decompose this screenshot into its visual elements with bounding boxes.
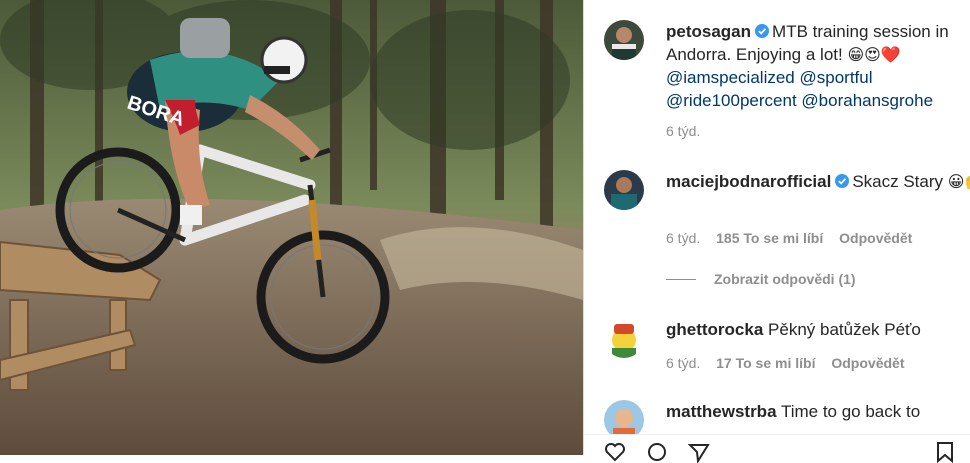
action-bar — [584, 434, 970, 463]
caption-body: petosagan MTB training session in Andorra… — [666, 20, 970, 112]
comment-body: maciejbodnarofficial Skacz Stary 😀🙌 — [666, 170, 970, 193]
reply-button[interactable]: Odpovědět — [831, 355, 904, 371]
mention-link[interactable]: @ride100percent — [666, 91, 797, 110]
comment-username[interactable]: ghettorocka — [666, 320, 763, 339]
replies-line — [666, 278, 696, 280]
comments-pane[interactable]: petosagan MTB training session in Andorra… — [584, 0, 970, 455]
avatar[interactable] — [604, 170, 644, 210]
mention-link[interactable]: @iamspecialized — [666, 68, 795, 87]
comment-meta: 6 týd. 17 To se mi líbí Odpovědět — [666, 355, 916, 371]
comment-time[interactable]: 6 týd. — [666, 355, 700, 371]
verified-icon — [835, 174, 850, 188]
comment-time[interactable]: 6 týd. — [666, 230, 700, 246]
comment-text: Time to go back to — [780, 402, 921, 421]
caption-meta: 6 týd. — [666, 123, 712, 139]
comment-meta: 6 týd. 185 To se mi líbí Odpovědět — [666, 230, 924, 246]
comment-username[interactable]: matthewstrba — [666, 402, 777, 421]
comment-text: Skacz Stary — [852, 172, 944, 191]
avatar[interactable] — [604, 20, 644, 60]
mtb-rider-photo: BORA — [0, 0, 583, 455]
avatar[interactable] — [604, 318, 644, 358]
share-icon[interactable] — [688, 441, 710, 463]
post-author[interactable]: petosagan — [666, 22, 751, 41]
comment-emojis: 😀🙌 — [947, 172, 970, 191]
mention-link[interactable]: @sportful — [800, 68, 873, 87]
verified-icon — [755, 24, 770, 38]
view-replies-label: Zobrazit odpovědi (1) — [714, 271, 856, 287]
comment-likes[interactable]: 17 To se mi líbí — [716, 355, 815, 371]
heart-icon[interactable] — [604, 441, 626, 463]
comment-username[interactable]: maciejbodnarofficial — [666, 172, 831, 191]
post-photo[interactable]: BORA — [0, 0, 583, 455]
bookmark-icon[interactable] — [934, 441, 956, 463]
comment-body: ghettorocka Pěkný batůžek Péťo — [666, 318, 970, 341]
comment-text: Pěkný batůžek Péťo — [768, 320, 921, 339]
view-replies-button[interactable]: Zobrazit odpovědi (1) — [666, 271, 856, 287]
comment-likes[interactable]: 185 To se mi líbí — [716, 230, 823, 246]
comment-icon[interactable] — [646, 441, 668, 463]
post-time[interactable]: 6 týd. — [666, 123, 700, 139]
reply-button[interactable]: Odpovědět — [839, 230, 912, 246]
caption-emojis: 😁😍❤️ — [847, 45, 901, 64]
mention-link[interactable]: @borahansgrohe — [801, 91, 933, 110]
comment-body: matthewstrba Time to go back to — [666, 400, 970, 423]
